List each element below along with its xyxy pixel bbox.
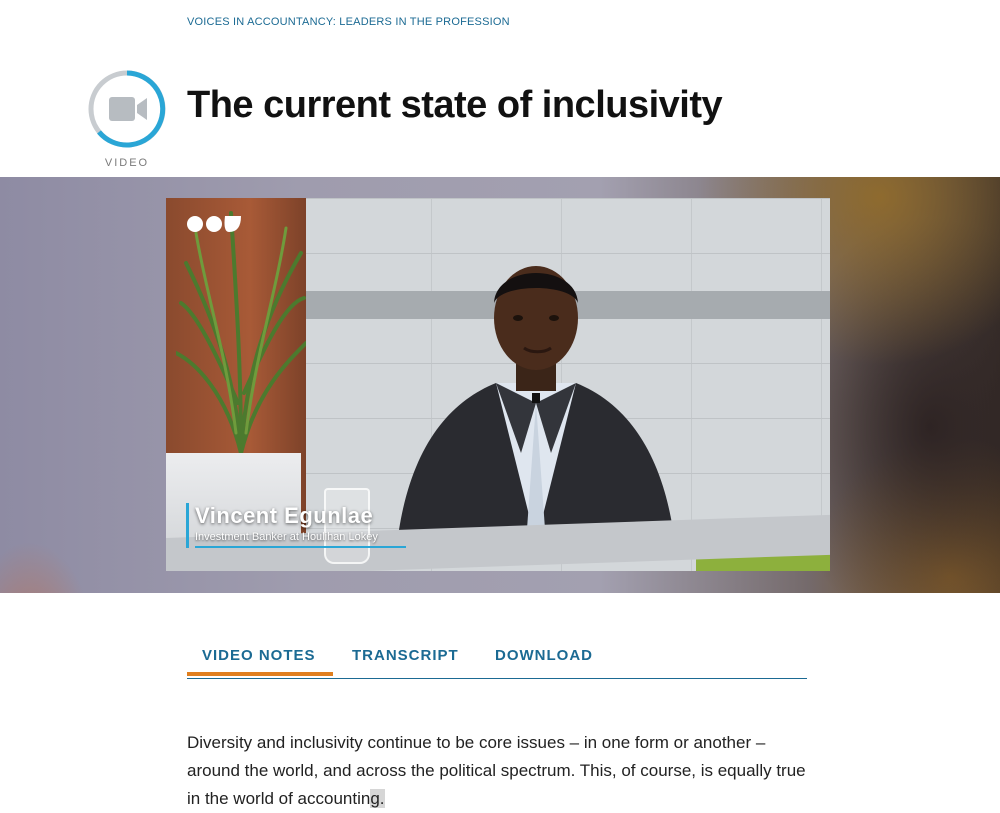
brand-logo-icon xyxy=(187,216,241,232)
highlighted-text: g. xyxy=(370,789,385,808)
video-player[interactable]: Vincent Egunlae Investment Banker at Hou… xyxy=(166,198,830,571)
content-tabs: VIDEO NOTES TRANSCRIPT DOWNLOAD xyxy=(187,640,807,679)
video-camera-icon xyxy=(88,70,166,148)
video-badge: VIDEO xyxy=(87,69,167,171)
speaker-role: Investment Banker at Houlihan Lokey xyxy=(195,531,406,548)
paragraph-text: Diversity and inclusivity continue to be… xyxy=(187,733,806,808)
video-badge-label: VIDEO xyxy=(104,157,150,169)
speaker-name: Vincent Egunlae xyxy=(195,503,374,528)
lower-third: Vincent Egunlae Investment Banker at Hou… xyxy=(186,503,406,548)
tab-download[interactable]: DOWNLOAD xyxy=(495,640,593,676)
video-hero: Vincent Egunlae Investment Banker at Hou… xyxy=(0,177,1000,593)
plant-image xyxy=(176,211,306,455)
tab-video-notes[interactable]: VIDEO NOTES xyxy=(187,640,333,676)
eyebrow-link[interactable]: VOICES IN ACCOUNTANCY: LEADERS IN THE PR… xyxy=(187,16,510,28)
video-notes-paragraph: Diversity and inclusivity continue to be… xyxy=(187,729,817,813)
tab-transcript[interactable]: TRANSCRIPT xyxy=(352,640,459,676)
page-title: The current state of inclusivity xyxy=(187,84,723,126)
speaker-image xyxy=(396,266,676,553)
